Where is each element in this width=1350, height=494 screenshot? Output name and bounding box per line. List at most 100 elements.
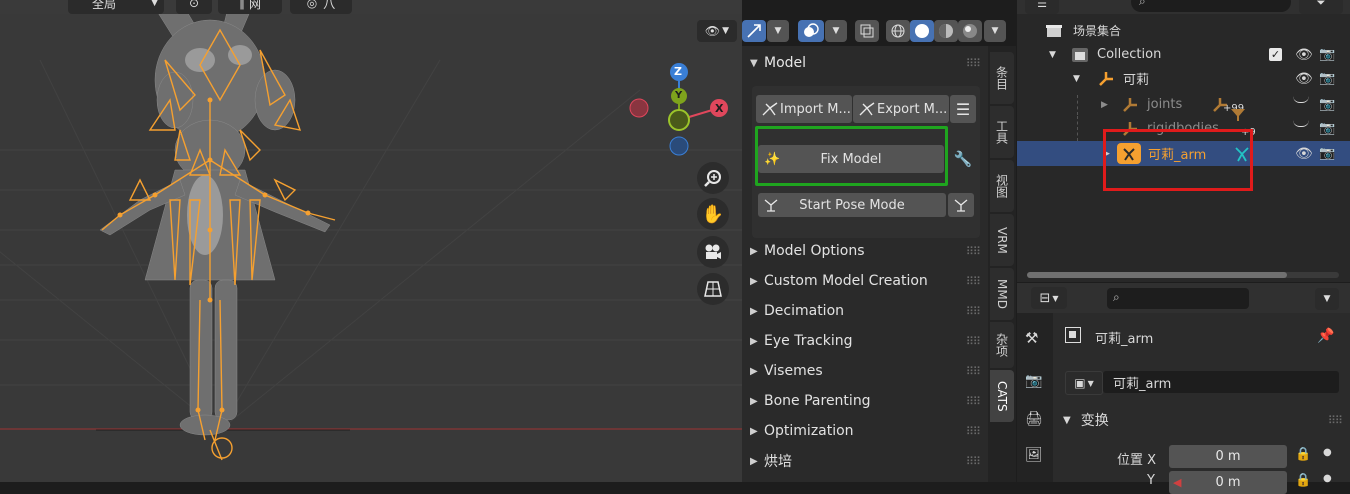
camera-icon[interactable]: 📷 <box>1319 121 1335 136</box>
filter-dropdown[interactable]: ⏷ <box>1299 0 1343 14</box>
snap-dropdown[interactable]: ∥ 网 <box>218 0 282 14</box>
material-sphere-icon <box>939 24 953 38</box>
pose-icon <box>954 199 968 212</box>
wireframe-shading-button[interactable] <box>886 20 910 42</box>
gizmo-x-label: X <box>715 102 724 115</box>
render-icon[interactable]: 📷 <box>1025 373 1042 389</box>
drag-handle-icon[interactable]: ⠿⠿ <box>966 425 981 438</box>
gizmo-dropdown[interactable]: ▼ <box>767 20 789 42</box>
drag-handle-icon[interactable]: ⠿⠿ <box>966 245 981 258</box>
drag-handle-icon[interactable]: ⠿⠿ <box>1328 414 1343 427</box>
keyframe-dot-icon[interactable]: ● <box>1323 473 1332 484</box>
rendered-shading-button[interactable] <box>958 20 982 42</box>
gizmo-toggle-button[interactable] <box>742 20 766 42</box>
outliner-row-collection[interactable]: ▼ Collection ✓ 👁 📷 <box>1017 42 1350 67</box>
perspective-toggle-button[interactable] <box>697 273 729 305</box>
proportional-editing[interactable]: ◎ 八 <box>290 0 352 14</box>
transform-panel-header[interactable]: ▼ 变换 ⠿⠿ <box>1053 405 1350 435</box>
object-icon: ▣ <box>1074 376 1086 390</box>
panel-bone-parenting[interactable]: ▶ Bone Parenting ⠿⠿ <box>742 386 988 416</box>
import-model-button[interactable]: Import M... <box>756 95 852 123</box>
view-layer-icon[interactable]: 🖼 <box>1025 447 1043 463</box>
outliner-scrollbar-thumb[interactable] <box>1027 272 1287 278</box>
location-y-field[interactable]: ◀ 0 m <box>1169 471 1287 494</box>
properties-options-dropdown[interactable]: ▼ <box>1315 288 1339 310</box>
pan-button[interactable]: ✋ <box>697 198 729 230</box>
keyframe-dot-icon[interactable]: ● <box>1323 447 1332 458</box>
camera-view-button[interactable] <box>697 236 729 268</box>
output-icon[interactable]: 🖨 <box>1025 411 1043 427</box>
camera-icon[interactable]: 📷 <box>1319 146 1335 161</box>
eye-icon[interactable]: 👁 <box>1295 47 1313 63</box>
triangle-right-icon[interactable]: ▶ <box>1101 100 1108 110</box>
tool-settings-icon[interactable]: ⚒ <box>1025 329 1038 347</box>
fix-model-settings-button[interactable]: 🔧 <box>952 148 974 170</box>
eye-closed-icon[interactable] <box>1293 96 1309 103</box>
outliner-scrollbar-track[interactable] <box>1027 272 1339 278</box>
editor-type-dropdown[interactable]: ⊟ ▼ <box>1031 287 1067 309</box>
eye-icon[interactable]: 👁 <box>1295 146 1313 162</box>
tab-mmd[interactable]: MMD <box>990 268 1014 320</box>
panel-eye-tracking[interactable]: ▶ Eye Tracking ⠿⠿ <box>742 326 988 356</box>
pivot-point-dropdown[interactable]: ⊙ <box>176 0 212 14</box>
drag-handle-icon[interactable]: ⠿⠿ <box>966 365 981 378</box>
lock-icon[interactable]: 🔒 <box>1295 473 1311 488</box>
zoom-button[interactable] <box>697 162 729 194</box>
snap-label: 网 <box>248 0 261 11</box>
overlay-dropdown[interactable]: ▼ <box>825 20 847 42</box>
drag-handle-icon[interactable]: ⠿⠿ <box>966 305 981 318</box>
triangle-down-icon[interactable]: ▼ <box>1049 50 1056 60</box>
drag-handle-icon[interactable]: ⠿⠿ <box>966 335 981 348</box>
lock-icon[interactable]: 🔒 <box>1295 447 1311 462</box>
pose-to-shape-button[interactable] <box>948 193 974 217</box>
drag-handle-icon[interactable]: ⠿⠿ <box>966 275 981 288</box>
display-mode-dropdown[interactable]: ☰ <box>1025 0 1059 14</box>
tab-tool[interactable]: 工具 <box>990 106 1014 158</box>
shading-dropdown[interactable]: ▼ <box>984 20 1006 42</box>
eye-icon[interactable]: 👁 <box>1295 71 1313 87</box>
model-panel-header[interactable]: ▼ Model ⠿⠿ <box>742 48 988 78</box>
tab-misc[interactable]: 杂项 <box>990 322 1014 368</box>
tab-vrm[interactable]: VRM <box>990 214 1014 266</box>
object-browse-dropdown[interactable]: ▣ ▼ <box>1065 371 1103 395</box>
panel-decimation[interactable]: ▶ Decimation ⠿⠿ <box>742 296 988 326</box>
transform-orientation-dropdown[interactable]: 全局 ▼ <box>68 0 164 14</box>
overlay-toggle-button[interactable] <box>798 20 824 42</box>
start-pose-mode-button[interactable]: Start Pose Mode <box>758 193 946 217</box>
camera-icon[interactable]: 📷 <box>1319 71 1335 86</box>
eye-closed-icon[interactable] <box>1293 120 1309 127</box>
drag-handle-icon[interactable]: ⠿⠿ <box>966 455 981 468</box>
camera-icon[interactable]: 📷 <box>1319 47 1335 62</box>
material-shading-button[interactable] <box>934 20 958 42</box>
outliner-row-joints[interactable]: ▶ joints +99 📷 <box>1017 92 1350 117</box>
panel-model-options[interactable]: ▶ Model Options ⠿⠿ <box>742 236 988 266</box>
panel-custom-model-creation[interactable]: ▶ Custom Model Creation ⠿⠿ <box>742 266 988 296</box>
arrow-left-icon[interactable]: ◀ <box>1173 476 1181 489</box>
panel-visemes[interactable]: ▶ Visemes ⠿⠿ <box>742 356 988 386</box>
pin-icon[interactable]: 📌 <box>1317 328 1334 344</box>
model-menu-button[interactable]: ☰ <box>950 95 976 123</box>
triangle-down-icon[interactable]: ▼ <box>1073 74 1080 84</box>
panel-optimization[interactable]: ▶ Optimization ⠿⠿ <box>742 416 988 446</box>
tab-item[interactable]: 条目 <box>990 52 1014 104</box>
solid-shading-button[interactable] <box>910 20 934 42</box>
drag-handle-icon[interactable]: ⠿⠿ <box>966 57 981 70</box>
properties-search-input[interactable]: ⌕ <box>1107 288 1249 309</box>
drag-handle-icon[interactable]: ⠿⠿ <box>966 395 981 408</box>
outliner-row-scene-collection[interactable]: 场景集合 <box>1017 18 1350 43</box>
armature-bones[interactable] <box>80 0 380 482</box>
object-name-field[interactable]: 可莉_arm <box>1103 371 1339 393</box>
gizmo-icon <box>747 24 761 38</box>
panel-bake[interactable]: ▶ 烘培 ⠿⠿ <box>742 446 988 476</box>
location-x-field[interactable]: 0 m <box>1169 445 1287 468</box>
camera-icon[interactable]: 📷 <box>1319 97 1335 112</box>
export-model-button[interactable]: Export M... <box>853 95 949 123</box>
outliner-row-armature-parent[interactable]: ▼ 可莉 👁 📷 <box>1017 66 1350 91</box>
outliner-search-input[interactable]: ⌕ <box>1131 0 1291 12</box>
tab-view[interactable]: 视图 <box>990 160 1014 212</box>
visibility-dropdown[interactable]: 👁 ▼ <box>697 20 737 42</box>
xray-toggle-button[interactable] <box>855 20 879 42</box>
checkbox-checked-icon[interactable]: ✓ <box>1269 48 1282 61</box>
solid-sphere-icon <box>915 24 929 38</box>
tab-cats[interactable]: CATS <box>990 370 1014 422</box>
